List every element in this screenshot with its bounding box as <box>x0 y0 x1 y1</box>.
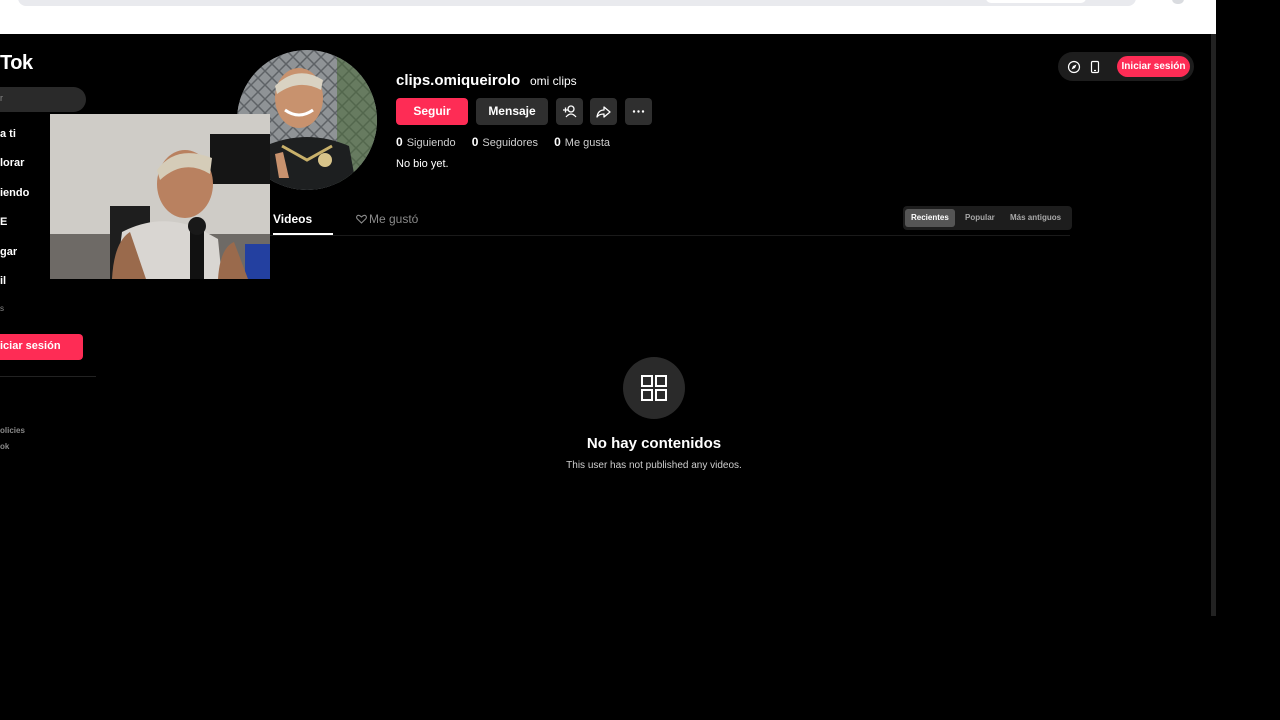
sidebar-login-button[interactable]: iciar sesión <box>0 334 83 360</box>
browser-profile-icon[interactable] <box>1172 0 1184 4</box>
sidebar-item-following[interactable]: iendo <box>0 187 29 199</box>
tabs-divider <box>270 235 1070 236</box>
more-icon <box>632 110 645 113</box>
sort-segmented-control: Recientes Popular Más antiguos <box>903 206 1072 230</box>
browser-toolbar <box>0 0 1216 34</box>
sort-recent[interactable]: Recientes <box>905 209 955 227</box>
phone-icon[interactable] <box>1088 60 1102 74</box>
empty-state-icon-container <box>623 357 685 419</box>
likes-count: 0 <box>554 135 561 149</box>
tiktok-logo[interactable]: Tok <box>0 52 33 75</box>
webcam-video <box>50 114 270 279</box>
sidebar-login-label: iciar sesión <box>0 340 61 352</box>
footer-link-policies[interactable]: olicies <box>0 426 25 435</box>
scrollbar-track[interactable] <box>1211 34 1216 616</box>
tab-liked-label: Me gustó <box>369 212 419 226</box>
empty-state-subtitle: This user has not published any videos. <box>566 460 742 471</box>
sidebar-item-for-you[interactable]: a ti <box>0 128 16 140</box>
profile-stats: 0 Siguiendo 0 Seguidores 0 Me gusta <box>396 135 623 149</box>
profile-bio: No bio yet. <box>396 158 449 170</box>
search-placeholder: r <box>0 93 3 103</box>
likes-label: Me gusta <box>564 137 611 149</box>
search-input[interactable]: r <box>0 87 86 112</box>
more-button[interactable] <box>625 98 652 125</box>
empty-state-title: No hay contenidos <box>586 435 722 452</box>
address-bar[interactable] <box>18 0 1136 6</box>
webcam-overlay <box>50 114 270 279</box>
sort-oldest[interactable]: Más antiguos <box>1004 209 1067 227</box>
followers-count: 0 <box>471 135 479 149</box>
following-count: 0 <box>396 135 403 149</box>
sort-popular[interactable]: Popular <box>959 209 1001 227</box>
add-friend-icon <box>563 105 577 118</box>
sidebar-item-live[interactable]: E <box>0 216 7 228</box>
share-button[interactable] <box>590 98 617 125</box>
add-friend-button[interactable] <box>556 98 583 125</box>
grid-icon <box>641 375 667 401</box>
profile-username: clips.omiqueirolo <box>396 72 521 89</box>
header-login-button[interactable]: Iniciar sesión <box>1117 56 1190 77</box>
profile-nickname: omi clips <box>530 74 577 88</box>
sidebar-item-profile[interactable]: il <box>0 275 6 287</box>
following-label[interactable]: Siguiendo <box>407 137 456 149</box>
sidebar-item-upload[interactable]: gar <box>0 246 17 258</box>
message-button[interactable]: Mensaje <box>476 98 548 125</box>
followers-label[interactable]: Seguidores <box>482 137 538 149</box>
heart-outline-icon <box>356 214 367 224</box>
tab-liked[interactable]: Me gustó <box>356 212 418 226</box>
sidebar-item-more[interactable]: s <box>0 304 4 313</box>
compass-icon[interactable] <box>1067 60 1081 74</box>
sidebar-divider <box>0 376 96 377</box>
sidebar-item-explore[interactable]: lorar <box>0 157 24 169</box>
share-icon <box>596 106 611 118</box>
tab-videos[interactable]: Videos <box>273 212 312 226</box>
follow-button[interactable]: Seguir <box>396 98 468 125</box>
address-bar-chip[interactable] <box>986 0 1086 3</box>
